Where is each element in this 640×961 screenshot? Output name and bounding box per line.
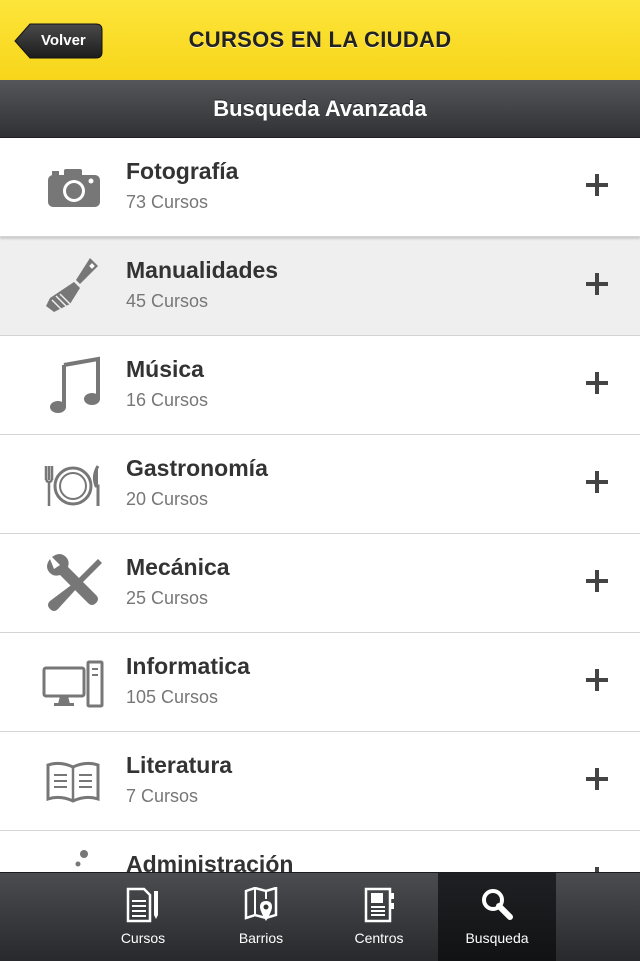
category-count: 105 Cursos xyxy=(126,687,219,707)
tab-cursos[interactable]: Cursos xyxy=(84,873,202,961)
category-list: Fotografía 73 Cursos Manualidades 45 Cur… xyxy=(0,138,640,872)
tab-busqueda[interactable]: Busqueda xyxy=(438,873,556,961)
expand-plus-icon[interactable] xyxy=(586,273,608,295)
tab-label: Busqueda xyxy=(465,930,529,946)
category-count: 16 Cursos xyxy=(126,390,209,410)
computer-icon xyxy=(40,650,106,716)
category-name: Literatura xyxy=(126,752,233,778)
category-name: Mecánica xyxy=(126,554,230,580)
tab-label: Barrios xyxy=(238,930,284,946)
category-count: 7 Cursos xyxy=(126,786,199,806)
category-name: Manualidades xyxy=(126,257,279,283)
expand-plus-icon[interactable] xyxy=(586,372,608,394)
expand-plus-icon[interactable] xyxy=(586,768,608,790)
category-count: 25 Cursos xyxy=(126,588,209,608)
category-name: Informatica xyxy=(126,653,250,679)
category-name: Administración xyxy=(126,851,294,872)
category-count: 45 Cursos xyxy=(126,291,209,311)
tab-label: Centros xyxy=(354,930,404,946)
category-row-fotografia[interactable]: Fotografía 73 Cursos xyxy=(0,138,640,237)
paintbrush-icon xyxy=(40,254,106,320)
search-icon xyxy=(482,889,513,920)
camera-icon xyxy=(40,155,106,221)
open-book-icon xyxy=(40,749,106,815)
address-book-icon xyxy=(364,887,394,923)
app-title: CURSOS EN LA CIUDAD xyxy=(188,27,452,52)
map-pin-icon xyxy=(244,887,278,921)
expand-plus-icon[interactable] xyxy=(586,174,608,196)
category-row-literatura[interactable]: Literatura 7 Cursos xyxy=(0,732,640,831)
expand-plus-icon[interactable] xyxy=(586,471,608,493)
category-row-musica[interactable]: Música 16 Cursos xyxy=(0,336,640,435)
category-row-gastronomia[interactable]: Gastronomía 20 Cursos xyxy=(0,435,640,534)
category-row-administracion[interactable]: Administración xyxy=(0,831,640,872)
category-count: 20 Cursos xyxy=(126,489,209,509)
navigation-bar: Volver CURSOS EN LA CIUDAD xyxy=(0,0,640,81)
document-pencil-icon xyxy=(126,887,158,923)
tab-centros[interactable]: Centros xyxy=(320,873,438,961)
category-name: Gastronomía xyxy=(126,455,268,481)
tab-bar: Cursos Barrios Centros Busqueda xyxy=(0,872,640,961)
category-row-manualidades[interactable]: Manualidades 45 Cursos xyxy=(0,237,640,336)
category-name: Fotografía xyxy=(126,158,239,184)
expand-plus-icon[interactable] xyxy=(586,669,608,691)
music-note-icon xyxy=(40,353,106,419)
section-header: Busqueda Avanzada xyxy=(0,80,640,138)
category-count: 73 Cursos xyxy=(126,192,209,212)
expand-plus-icon[interactable] xyxy=(586,570,608,592)
section-title: Busqueda Avanzada xyxy=(213,96,427,121)
category-row-informatica[interactable]: Informatica 105 Cursos xyxy=(0,633,640,732)
tab-label: Cursos xyxy=(120,930,166,946)
category-row-mecanica[interactable]: Mecánica 25 Cursos xyxy=(0,534,640,633)
tab-barrios[interactable]: Barrios xyxy=(202,873,320,961)
dots-icon xyxy=(40,848,106,872)
plate-cutlery-icon xyxy=(40,452,106,518)
wrench-screwdriver-icon xyxy=(40,551,106,617)
category-name: Música xyxy=(126,356,204,382)
